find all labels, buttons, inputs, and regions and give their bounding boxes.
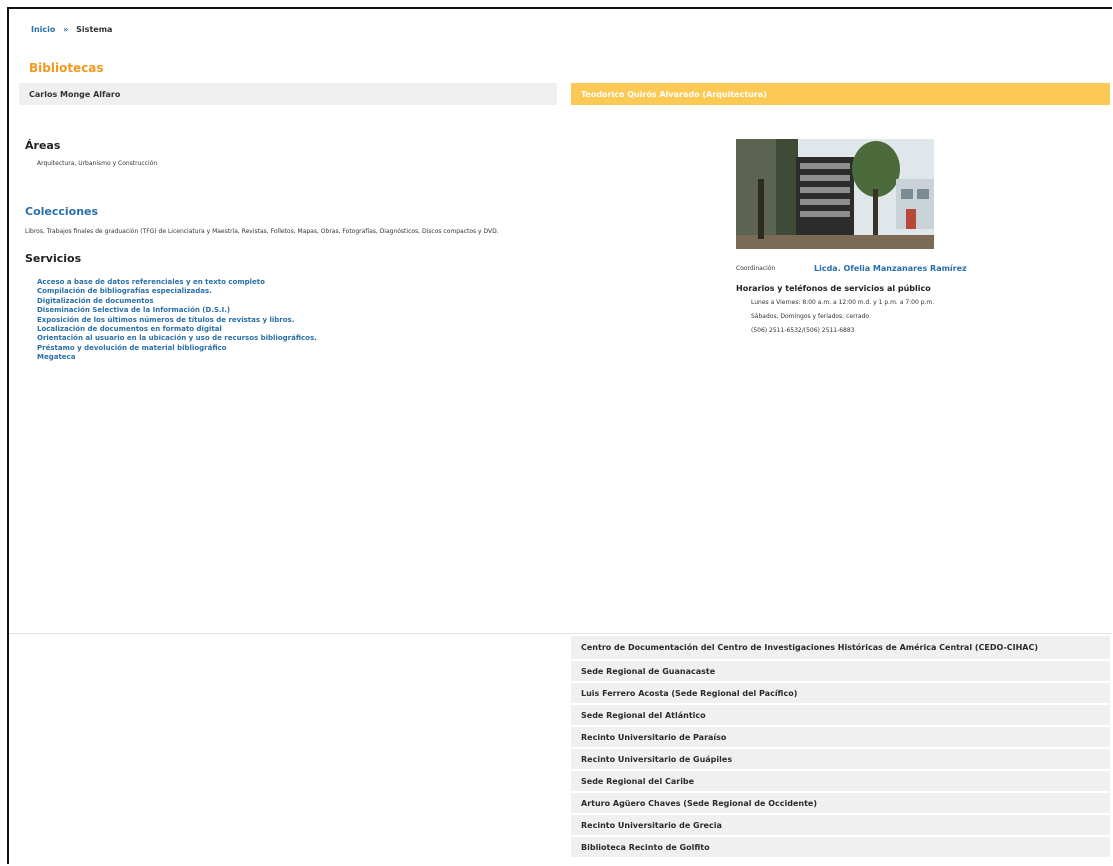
hours-weekend: Sábados, Domingos y feriados: cerrado bbox=[751, 313, 870, 320]
accordion-item[interactable]: Recinto Universitario de Guápiles bbox=[571, 749, 1110, 771]
accordion-item[interactable]: Biblioteca Recinto de Golfito bbox=[571, 837, 1110, 859]
accordion-item[interactable]: Sede Regional de Guanacaste bbox=[571, 661, 1110, 683]
accordion-item[interactable]: Sede Regional del Atlántico bbox=[571, 705, 1110, 727]
service-item[interactable]: Diseminación Selectiva de la Información… bbox=[37, 306, 317, 315]
page-title: Bibliotecas bbox=[29, 61, 104, 75]
service-item[interactable]: Megateca bbox=[37, 353, 317, 362]
breadcrumb-separator: » bbox=[63, 25, 69, 34]
colecciones-text: Libros, Trabajos finales de graduación (… bbox=[25, 228, 499, 235]
coordinator-name-link[interactable]: Licda. Ofelia Manzanares Ramírez bbox=[814, 264, 967, 273]
coordination-label: Coordinación bbox=[736, 265, 776, 272]
service-item[interactable]: Compilación de bibliografías especializa… bbox=[37, 287, 317, 296]
accordion-item[interactable]: Centro de Documentación del Centro de In… bbox=[571, 636, 1110, 661]
service-item[interactable]: Exposición de los últimos números de tít… bbox=[37, 316, 317, 325]
accordion-item[interactable]: Recinto Universitario de Paraíso bbox=[571, 727, 1110, 749]
service-item[interactable]: Orientación al usuario en la ubicación y… bbox=[37, 334, 317, 343]
page-frame: Inicio » Sistema Bibliotecas Carlos Mong… bbox=[7, 7, 1112, 864]
breadcrumb: Inicio » Sistema bbox=[31, 25, 112, 34]
service-item[interactable]: Localización de documentos en formato di… bbox=[37, 325, 317, 334]
servicios-heading: Servicios bbox=[25, 252, 82, 265]
section-divider bbox=[9, 633, 1112, 634]
breadcrumb-current: Sistema bbox=[76, 25, 113, 34]
phone-numbers: (506) 2511-6532/(506) 2511-6883 bbox=[751, 327, 855, 334]
service-item[interactable]: Préstamo y devolución de material biblio… bbox=[37, 344, 317, 353]
building-photo-icon bbox=[736, 139, 934, 249]
services-list: Acceso a base de datos referenciales y e… bbox=[37, 278, 317, 363]
accordion-item[interactable]: Arturo Agüero Chaves (Sede Regional de O… bbox=[571, 793, 1110, 815]
areas-heading: Áreas bbox=[25, 139, 61, 152]
hours-weekdays: Lunes a Viernes: 8:00 a.m. a 12:00 m.d. … bbox=[751, 299, 935, 306]
breadcrumb-home-link[interactable]: Inicio bbox=[31, 25, 55, 34]
colecciones-heading: Colecciones bbox=[25, 205, 99, 218]
hours-heading: Horarios y teléfonos de servicios al púb… bbox=[736, 284, 931, 293]
accordion-item[interactable]: Luis Ferrero Acosta (Sede Regional del P… bbox=[571, 683, 1110, 705]
library-building-photo bbox=[736, 139, 934, 249]
accordion-item[interactable]: Sede Regional del Caribe bbox=[571, 771, 1110, 793]
service-item[interactable]: Acceso a base de datos referenciales y e… bbox=[37, 278, 317, 287]
tab-teodorico-quiros[interactable]: Teodorico Quirós Alvarado (Arquitectura) bbox=[571, 83, 1110, 105]
tab-carlos-monge-alfaro[interactable]: Carlos Monge Alfaro bbox=[19, 83, 557, 105]
areas-text: Arquitectura, Urbanismo y Construcción bbox=[37, 160, 158, 167]
accordion-item[interactable]: Recinto Universitario de Grecia bbox=[571, 815, 1110, 837]
library-accordion: Centro de Documentación del Centro de In… bbox=[571, 636, 1110, 859]
service-item[interactable]: Digitalización de documentos bbox=[37, 297, 317, 306]
